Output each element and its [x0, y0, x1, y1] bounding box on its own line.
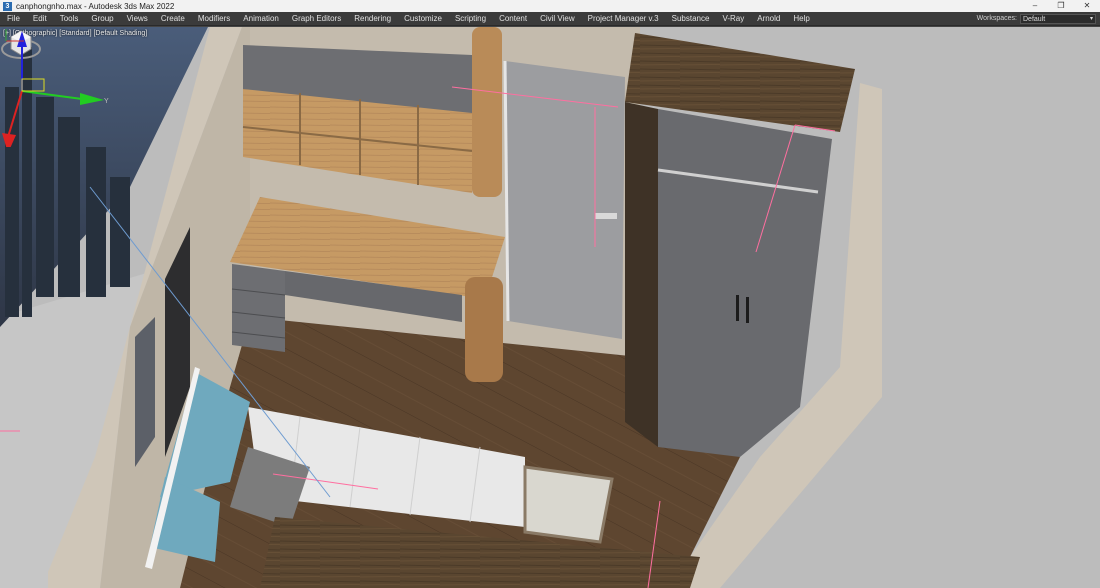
workspace-value: Default [1023, 15, 1046, 23]
scene-render [0, 27, 1100, 588]
restore-button[interactable]: ❐ [1048, 0, 1074, 12]
window-controls: – ❐ ✕ [1022, 0, 1100, 12]
menu-vray[interactable]: V-Ray [715, 12, 750, 26]
menu-customize[interactable]: Customize [397, 12, 448, 26]
menu-views[interactable]: Views [120, 12, 154, 26]
door-handle [595, 213, 617, 219]
perspective-viewport[interactable]: [+] [Orthographic] [Standard] [Default S… [0, 27, 1100, 588]
menu-file[interactable]: File [0, 12, 26, 26]
menu-modifiers[interactable]: Modifiers [191, 12, 236, 26]
menu-arnold[interactable]: Arnold [750, 12, 786, 26]
menu-create[interactable]: Create [154, 12, 191, 26]
room-door [505, 61, 625, 339]
gizmo-y-label: Y [104, 98, 109, 105]
bedside-rug [523, 465, 614, 544]
wardrobe-handle-right [746, 297, 749, 323]
menu-rendering[interactable]: Rendering [347, 12, 397, 26]
transform-gizmo[interactable]: Y [0, 27, 110, 147]
menu-project-manager[interactable]: Project Manager v.3 [581, 12, 665, 26]
minimize-button[interactable]: – [1022, 0, 1048, 12]
menu-animation[interactable]: Animation [236, 12, 285, 26]
desk-wooden-leg [465, 277, 503, 382]
workspace-label: Workspaces: [976, 15, 1017, 22]
menu-scripting[interactable]: Scripting [448, 12, 492, 26]
close-button[interactable]: ✕ [1074, 0, 1100, 12]
wardrobe-side [625, 102, 658, 447]
shelf-side-panel [472, 27, 502, 197]
menu-graph-editors[interactable]: Graph Editors [285, 12, 347, 26]
menu-edit[interactable]: Edit [26, 12, 53, 26]
menu-substance[interactable]: Substance [665, 12, 716, 26]
3dsmax-app-icon[interactable]: 3 [3, 1, 12, 11]
menu-civil-view[interactable]: Civil View [533, 12, 581, 26]
axis-tripod-icon [5, 29, 24, 42]
menu-tools[interactable]: Tools [53, 12, 85, 26]
chevron-down-icon: ▾ [1089, 15, 1093, 22]
menu-help[interactable]: Help [786, 12, 815, 26]
title-bar: 3 canphongnho.max - Autodesk 3ds Max 202… [0, 0, 1100, 12]
menu-bar: File Edit Tools Group Views Create Modif… [0, 12, 1100, 26]
menu-content[interactable]: Content [492, 12, 533, 26]
window-title: canphongnho.max - Autodesk 3ds Max 2022 [16, 1, 175, 11]
workspace-dropdown[interactable]: Default ▾ [1020, 13, 1096, 24]
workspace-selector: Workspaces: Default ▾ [977, 12, 1096, 26]
menu-group[interactable]: Group [84, 12, 119, 26]
desk-drawers [232, 264, 285, 352]
wardrobe-handle-left [736, 295, 739, 321]
